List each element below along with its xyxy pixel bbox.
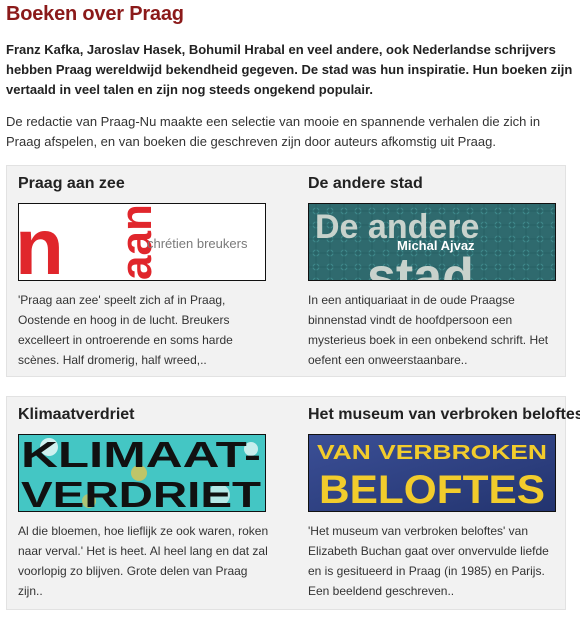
book-cover-het-museum[interactable]: VAN VERBROKEN BELOFTES: [308, 434, 556, 512]
cover-line-1: VAN VERBROKEN: [317, 442, 547, 464]
book-title[interactable]: Het museum van verbroken beloftes: [308, 406, 580, 424]
svg-text:n: n: [19, 204, 64, 280]
book-title[interactable]: De andere stad: [308, 175, 423, 193]
cover-klimaatverdriet-image: KLIMAAT- VERDRIET: [19, 435, 265, 511]
book-title[interactable]: Klimaatverdriet: [18, 406, 135, 424]
cover-het-museum-image: VAN VERBROKEN BELOFTES: [309, 435, 555, 511]
cover-line-1: KLIMAAT-: [21, 435, 261, 475]
book-cover-praag-aan-zee[interactable]: n aan chrétien breukers: [18, 203, 266, 281]
cover-de-andere-stad-image: De andere Michal Ajvaz stad: [309, 204, 555, 280]
book-cover-klimaatverdriet[interactable]: KLIMAAT- VERDRIET: [18, 434, 266, 512]
intro-text: Franz Kafka, Jaroslav Hasek, Bohumil Hra…: [6, 42, 573, 97]
cover-praag-aan-zee-image: n aan chrétien breukers: [19, 204, 265, 280]
book-row-1: Praag aan zee n aan chrétien breukers 'P…: [6, 165, 566, 377]
book-cover-de-andere-stad[interactable]: De andere Michal Ajvaz stad: [308, 203, 556, 281]
book-excerpt: Al die bloemen, hoe lieflijk ze ook ware…: [18, 524, 269, 598]
book-excerpt: 'Het museum van verbroken beloftes' van …: [308, 524, 549, 598]
cover-author: chrétien breukers: [147, 236, 248, 251]
description-text: De redactie van Praag-Nu maakte een sele…: [6, 114, 541, 149]
book-title[interactable]: Praag aan zee: [18, 175, 125, 193]
book-excerpt: 'Praag aan zee' speelt zich af in Praag,…: [18, 293, 233, 367]
page: Boeken over Praag Franz Kafka, Jaroslav …: [0, 0, 580, 617]
book-row-2: Klimaatverdriet KLIMAAT- VERDRIET Al die…: [6, 396, 580, 610]
cover-title-bottom: stad: [367, 248, 474, 280]
cover-line-2: BELOFTES: [319, 468, 545, 511]
cover-line-2: VERDRIET: [21, 474, 261, 511]
book-excerpt: In een antiquariaat in de oude Praagse b…: [308, 293, 549, 367]
page-title: Boeken over Praag: [6, 3, 184, 25]
